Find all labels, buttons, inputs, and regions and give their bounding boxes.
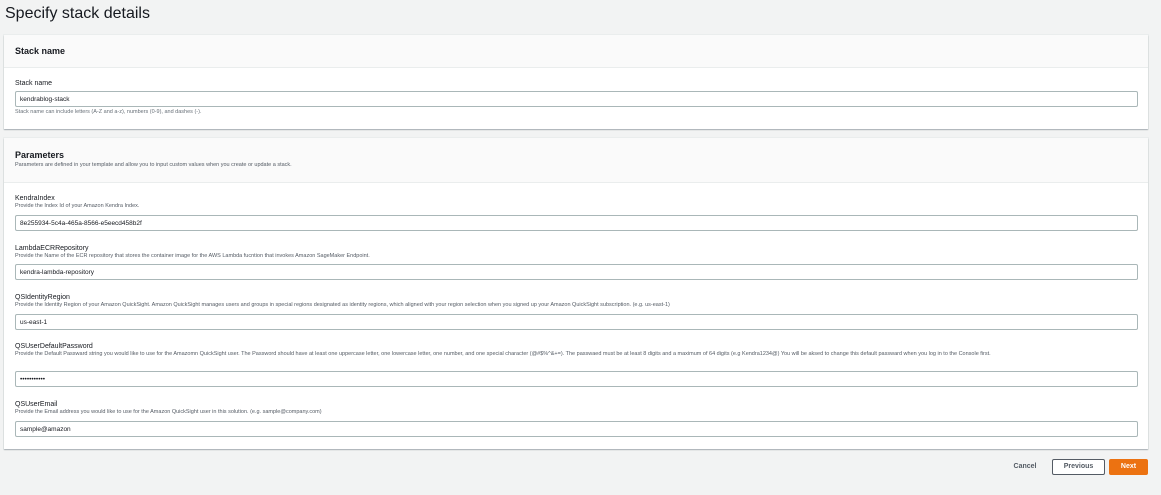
next-button[interactable]: Next <box>1109 459 1148 475</box>
parameters-panel-header: Parameters Parameters are defined in you… <box>4 138 1148 183</box>
param-description: Provide the Identity Region of your Amaz… <box>15 302 670 308</box>
qs-identity-region-input[interactable] <box>15 314 1138 330</box>
kendra-index-input[interactable] <box>15 215 1138 231</box>
stack-name-panel-header: Stack name <box>4 35 1148 68</box>
cancel-button[interactable]: Cancel <box>1005 459 1045 475</box>
parameters-description: Parameters are defined in your template … <box>15 162 292 168</box>
param-description: Provide the Index Id of your Amazon Kend… <box>15 203 140 209</box>
stack-name-heading: Stack name <box>15 46 66 56</box>
stack-name-panel: Stack name Stack name Stack name can inc… <box>4 35 1148 129</box>
param-description: Provide the Default Passward string you … <box>15 351 991 357</box>
param-qs-user-default-password: QSUserDefaultPassword Provide the Defaul… <box>15 342 1138 387</box>
param-qs-identity-region: QSIdentityRegion Provide the Identity Re… <box>15 293 1138 330</box>
stack-name-input[interactable] <box>15 91 1138 107</box>
param-kendra-index: KendraIndex Provide the Index Id of your… <box>15 194 1138 231</box>
stack-name-label: Stack name <box>15 80 52 87</box>
param-qs-user-email: QSUserEmail Provide the Email address yo… <box>15 400 1138 437</box>
param-label: KendraIndex <box>15 195 55 202</box>
param-label: QSUserEmail <box>15 401 58 408</box>
param-label: QSUserDefaultPassword <box>15 343 93 350</box>
parameters-heading: Parameters <box>15 150 65 160</box>
param-label: QSIdentityRegion <box>15 294 70 301</box>
stack-name-constraint: Stack name can include letters (A-Z and … <box>15 109 202 115</box>
param-lambda-ecr-repository: LambdaECRRepository Provide the Name of … <box>15 244 1138 280</box>
qs-user-email-input[interactable] <box>15 421 1138 437</box>
qs-user-default-password-input[interactable] <box>15 371 1138 387</box>
parameters-panel: Parameters Parameters are defined in you… <box>4 138 1148 449</box>
param-description: Provide the Name of the ECR repository t… <box>15 253 370 259</box>
stack-name-field: Stack name Stack name can include letter… <box>15 79 1138 115</box>
param-description: Provide the Email address you would like… <box>15 409 322 415</box>
previous-button[interactable]: Previous <box>1052 459 1105 475</box>
page-title: Specify stack details <box>5 5 150 22</box>
lambda-ecr-repository-input[interactable] <box>15 264 1138 280</box>
param-label: LambdaECRRepository <box>15 245 89 252</box>
